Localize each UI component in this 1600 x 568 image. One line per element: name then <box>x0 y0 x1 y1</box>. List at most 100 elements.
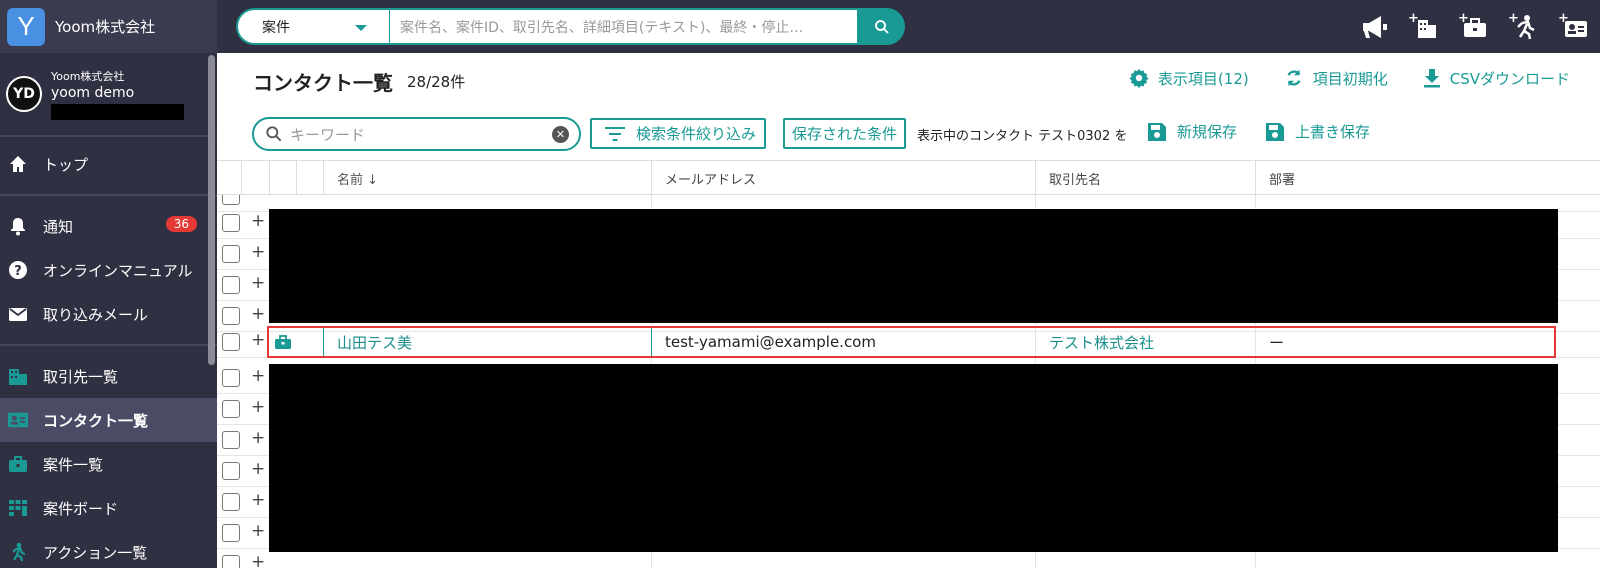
global-search-input[interactable]: 案件名、案件ID、取引先名、詳細項目(テキスト)、最終・停止… <box>389 8 859 45</box>
overwrite-save-button[interactable]: 上書き保存 <box>1265 121 1370 142</box>
add-action-icon[interactable]: + <box>1500 7 1550 47</box>
row-checkbox[interactable] <box>222 214 240 232</box>
expand-icon[interactable]: + <box>251 521 265 541</box>
sidebar-item-label: 取引先一覧 <box>43 367 119 386</box>
header-spacer <box>241 161 269 195</box>
sidebar-item-manual[interactable]: ? オンラインマニュアル <box>0 248 217 292</box>
expand-icon[interactable]: + <box>251 366 265 386</box>
display-columns-button[interactable]: 表示項目(12) <box>1128 67 1249 89</box>
current-view-text: 表示中のコンタクト テスト0302 を <box>917 129 1128 144</box>
expand-icon[interactable]: + <box>251 273 265 293</box>
user-panel[interactable]: YD Yoom株式会社 yoom demo <box>0 53 217 137</box>
expand-icon[interactable]: + <box>251 490 265 510</box>
sidebar-item-label: 通知 <box>43 217 74 236</box>
column-header-company[interactable]: 取引先名 <box>1035 161 1255 195</box>
global-search: 案件 案件名、案件ID、取引先名、詳細項目(テキスト)、最終・停止… <box>236 8 905 45</box>
walk-icon <box>8 542 28 562</box>
keyword-placeholder: キーワード <box>290 125 366 144</box>
row-checkbox[interactable] <box>222 493 240 511</box>
row-checkbox[interactable] <box>222 307 240 325</box>
column-header-department[interactable]: 部署 <box>1255 161 1600 195</box>
save-new-button[interactable]: 新規保存 <box>1147 121 1237 142</box>
sidebar-item-notifications[interactable]: 通知 36 <box>0 204 217 248</box>
main-content: コンタクト一覧 28/28件 表示項目(12) 項目初期化 CSVダウンロード … <box>217 53 1600 568</box>
expand-icon[interactable]: + <box>251 330 265 350</box>
reset-columns-label: 項目初期化 <box>1312 69 1388 88</box>
sidebar-item-label: 案件一覧 <box>43 455 104 474</box>
sidebar-item-label: コンタクト一覧 <box>43 411 149 430</box>
add-company-icon[interactable]: + <box>1400 7 1450 47</box>
row-checkbox[interactable] <box>222 400 240 418</box>
megaphone-icon[interactable] <box>1350 7 1400 47</box>
sidebar-item-contacts[interactable]: コンタクト一覧 <box>0 398 217 442</box>
expand-icon[interactable]: + <box>251 304 265 324</box>
csv-download-button[interactable]: CSVダウンロード <box>1422 67 1570 89</box>
search-icon <box>875 19 889 34</box>
save-new-label: 新規保存 <box>1177 123 1238 141</box>
sidebar-item-deals[interactable]: 案件一覧 <box>0 442 217 486</box>
reset-columns-button[interactable]: 項目初期化 <box>1283 67 1388 89</box>
filter-icon <box>605 126 625 141</box>
filter-conditions-button[interactable]: 検索条件絞り込み <box>590 118 766 149</box>
avatar: YD <box>6 76 42 112</box>
sidebar: YD Yoom株式会社 yoom demo トップ 通知 36 ? オンラインマ… <box>0 53 217 568</box>
add-contact-icon[interactable]: + <box>1550 7 1600 47</box>
clear-icon[interactable]: ✕ <box>552 126 569 143</box>
column-header-name[interactable]: 名前 ↓ <box>323 161 651 195</box>
sidebar-item-import-mail[interactable]: 取り込みメール <box>0 292 217 336</box>
divider <box>0 336 217 346</box>
sidebar-item-top[interactable]: トップ <box>0 142 217 186</box>
sidebar-item-label: 取り込みメール <box>43 305 149 324</box>
caret-down-icon <box>355 25 367 31</box>
bell-icon <box>8 216 28 236</box>
divider <box>0 186 217 196</box>
header-actions: 表示項目(12) 項目初期化 CSVダウンロード <box>1128 67 1570 89</box>
search-scope-value: 案件 <box>262 19 290 36</box>
expand-icon[interactable]: + <box>251 552 265 568</box>
user-company: Yoom株式会社 <box>51 70 125 83</box>
row-checkbox[interactable] <box>222 276 240 294</box>
sidebar-item-label: トップ <box>43 155 89 174</box>
header-spacer <box>269 161 296 195</box>
sidebar-item-companies[interactable]: 取引先一覧 <box>0 354 217 398</box>
column-header-email[interactable]: メールアドレス <box>651 161 1035 195</box>
record-count: 28/28件 <box>407 73 466 91</box>
row-checkbox[interactable] <box>222 462 240 480</box>
redacted-block <box>269 364 1558 552</box>
gear-icon <box>1129 68 1149 89</box>
expand-icon[interactable]: + <box>251 428 265 448</box>
company-icon <box>8 366 28 386</box>
sidebar-item-deal-board[interactable]: 案件ボード <box>0 486 217 530</box>
briefcase-icon <box>8 454 28 474</box>
filter-conditions-label: 検索条件絞り込み <box>636 125 757 143</box>
global-search-button[interactable] <box>859 8 905 45</box>
header-spacer <box>296 161 323 195</box>
brand[interactable]: Y Yoom株式会社 <box>0 0 217 53</box>
expand-icon[interactable]: + <box>251 397 265 417</box>
contact-card-icon <box>8 410 28 430</box>
row-checkbox[interactable] <box>222 369 240 387</box>
row-checkbox[interactable] <box>222 431 240 449</box>
sidebar-item-label: アクション一覧 <box>43 543 148 562</box>
saved-conditions-button[interactable]: 保存された条件 <box>783 118 906 149</box>
search-icon <box>266 126 282 142</box>
row-checkbox[interactable] <box>222 245 240 263</box>
page-title: コンタクト一覧 <box>253 71 393 95</box>
keyword-search-input[interactable]: キーワード ✕ <box>252 117 581 151</box>
expand-icon[interactable]: + <box>251 211 265 231</box>
sidebar-item-label: オンラインマニュアル <box>43 261 193 280</box>
refresh-icon <box>1287 69 1301 87</box>
redacted-block <box>51 104 184 120</box>
save-icon <box>1266 122 1284 141</box>
expand-icon[interactable]: + <box>251 459 265 479</box>
expand-icon[interactable]: + <box>251 242 265 262</box>
row-checkbox[interactable] <box>222 333 240 351</box>
row-checkbox[interactable] <box>222 555 240 568</box>
row-checkbox[interactable] <box>222 524 240 542</box>
highlight-box <box>267 326 1556 358</box>
search-scope-select[interactable]: 案件 <box>236 8 389 45</box>
sidebar-item-actions[interactable]: アクション一覧 <box>0 530 217 568</box>
display-columns-label: 表示項目(12) <box>1157 69 1249 88</box>
top-bar: Y Yoom株式会社 案件 案件名、案件ID、取引先名、詳細項目(テキスト)、最… <box>0 0 1600 53</box>
add-deal-icon[interactable]: + <box>1450 7 1500 47</box>
